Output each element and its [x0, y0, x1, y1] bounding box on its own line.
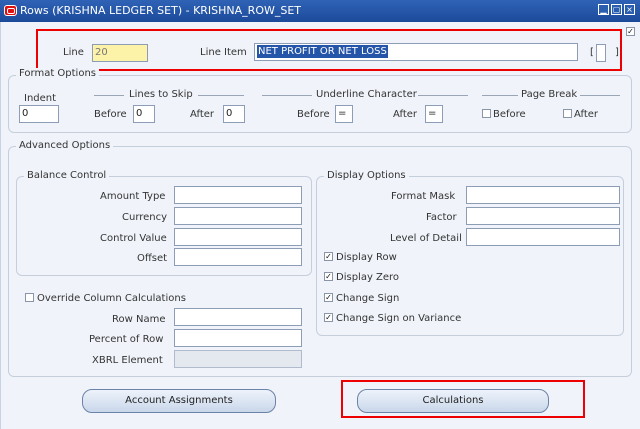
close-icon[interactable]: × [624, 4, 635, 15]
lines-to-skip-title: Lines to Skip [129, 89, 193, 100]
display-row-checkbox[interactable]: ✓ [324, 252, 333, 261]
underline-after-input[interactable]: = [425, 105, 443, 123]
line-item-value: NET PROFIT OR NET LOSS [257, 45, 388, 58]
page-break-rule-left [482, 95, 518, 96]
row-name-label: Row Name [112, 314, 166, 325]
page-break-before-checkbox[interactable] [482, 109, 491, 118]
level-of-detail-label: Level of Detail [390, 233, 462, 244]
skip-after-input[interactable]: 0 [223, 105, 245, 123]
xbrl-element-label: XBRL Element [92, 355, 163, 366]
minimize-icon[interactable]: ▁ [598, 4, 609, 15]
underline-before-label: Before [297, 109, 330, 120]
format-options-group [8, 75, 632, 133]
underline-rule-left [262, 95, 312, 96]
change-sign-on-variance-checkbox[interactable]: ✓ [324, 313, 333, 322]
change-sign-on-variance-label: Change Sign on Variance [336, 313, 462, 324]
change-sign-checkbox[interactable]: ✓ [324, 293, 333, 302]
line-item-input[interactable]: NET PROFIT OR NET LOSS [254, 43, 578, 61]
line-item-label: Line Item [200, 47, 247, 58]
level-of-detail-input[interactable] [466, 228, 620, 246]
skip-before-label: Before [94, 109, 127, 120]
format-mask-input[interactable] [466, 186, 620, 204]
calculations-highlight-box [341, 380, 585, 418]
advanced-options-title: Advanced Options [16, 140, 114, 151]
display-options-title: Display Options [324, 170, 409, 181]
percent-of-row-label: Percent of Row [89, 334, 164, 345]
format-options-title: Format Options [16, 68, 100, 79]
format-mask-label: Format Mask [391, 191, 456, 202]
indent-label: Indent [24, 93, 57, 104]
control-value-label: Control Value [100, 233, 167, 244]
change-sign-label: Change Sign [336, 293, 400, 304]
underline-title: Underline Character [316, 89, 417, 100]
oracle-app-icon [4, 5, 17, 16]
underline-after-label: After [393, 109, 418, 120]
amount-type-input[interactable] [174, 186, 302, 204]
line-label: Line [63, 47, 84, 58]
row-name-input[interactable] [174, 308, 302, 326]
balance-control-title: Balance Control [24, 170, 110, 181]
display-row-label: Display Row [336, 252, 397, 263]
window-title: Rows (KRISHNA LEDGER SET) - KRISHNA_ROW_… [20, 4, 302, 17]
currency-label: Currency [122, 212, 168, 223]
page-break-title: Page Break [521, 89, 578, 100]
flex-bracket-close: ] [615, 47, 619, 58]
underline-before-input[interactable]: = [335, 105, 353, 123]
offset-label: Offset [137, 253, 168, 264]
skip-after-label: After [190, 109, 215, 120]
display-zero-checkbox[interactable]: ✓ [324, 272, 333, 281]
underline-rule-right [418, 95, 468, 96]
display-zero-label: Display Zero [336, 272, 400, 283]
record-indicator-checkbox[interactable]: ✓ [626, 27, 635, 36]
percent-of-row-input[interactable] [174, 329, 302, 347]
currency-input[interactable] [174, 207, 302, 225]
page-break-before-label: Before [493, 109, 526, 120]
control-value-input[interactable] [174, 228, 302, 246]
offset-input[interactable] [174, 248, 302, 266]
skip-before-input[interactable]: 0 [133, 105, 155, 123]
page-break-rule-right [580, 95, 620, 96]
indent-input[interactable]: 0 [19, 105, 59, 123]
override-column-calculations-label: Override Column Calculations [37, 293, 186, 304]
flex-bracket-open: [ [590, 47, 594, 58]
factor-label: Factor [426, 212, 457, 223]
amount-type-label: Amount Type [100, 191, 166, 202]
line-input[interactable]: 20 [92, 44, 148, 62]
factor-input[interactable] [466, 207, 620, 225]
override-column-calculations-checkbox[interactable] [25, 293, 34, 302]
xbrl-element-input [174, 350, 302, 368]
page-break-after-checkbox[interactable] [563, 109, 572, 118]
window-title-bar: Rows (KRISHNA LEDGER SET) - KRISHNA_ROW_… [0, 0, 640, 22]
maximize-icon[interactable]: ▢ [611, 4, 622, 15]
descriptive-flexfield[interactable] [596, 44, 606, 62]
lines-to-skip-rule-right [198, 95, 244, 96]
account-assignments-button[interactable]: Account Assignments [82, 389, 276, 413]
lines-to-skip-rule-left [94, 95, 124, 96]
page-break-after-label: After [574, 109, 599, 120]
